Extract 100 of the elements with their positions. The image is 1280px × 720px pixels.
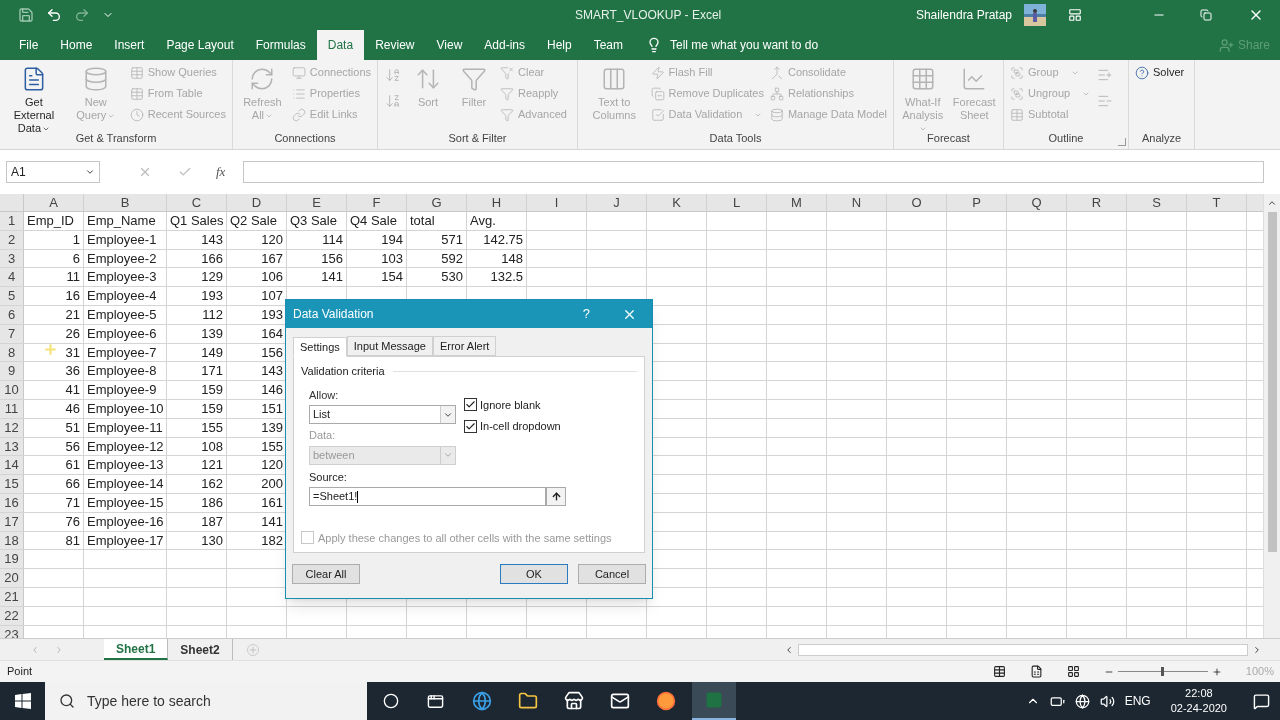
menu-tab[interactable]: Team — [582, 30, 634, 60]
row-header[interactable]: 19 — [0, 550, 24, 569]
normal-view-icon[interactable] — [992, 665, 1006, 678]
column-header[interactable]: D — [227, 194, 287, 211]
column-header[interactable]: Q — [1007, 194, 1067, 211]
menu-tab[interactable]: Page Layout — [155, 30, 245, 60]
folder-icon[interactable] — [518, 691, 538, 711]
page-break-icon[interactable] — [1066, 665, 1080, 678]
undo-icon[interactable] — [46, 7, 62, 23]
column-header[interactable]: A — [24, 194, 84, 211]
language-indicator[interactable]: ENG — [1124, 692, 1151, 710]
ribbon-button[interactable]: Solver — [1133, 62, 1187, 83]
ribbon-display-icon[interactable] — [1068, 8, 1082, 22]
save-icon[interactable] — [18, 7, 34, 23]
column-header[interactable]: T — [1187, 194, 1247, 211]
menu-tab[interactable]: Insert — [103, 30, 156, 60]
filter-icon — [461, 66, 487, 92]
column-header[interactable]: H — [467, 194, 527, 211]
clock[interactable]: 22:08 02-24-2020 — [1170, 686, 1227, 716]
row-header[interactable]: 20 — [0, 569, 24, 587]
column-header[interactable]: K — [647, 194, 707, 211]
row-header[interactable]: 4 — [0, 268, 24, 287]
source-field[interactable]: =Sheet1! — [309, 487, 546, 506]
dialog-button[interactable]: Cancel — [578, 564, 646, 584]
column-header[interactable]: N — [827, 194, 887, 211]
task-view-icon[interactable] — [427, 692, 444, 710]
speaker-icon[interactable] — [1099, 693, 1115, 709]
table-cell: Employee-17 — [84, 531, 167, 550]
cortana-icon[interactable] — [383, 693, 399, 709]
windows-logo-icon[interactable] — [15, 693, 31, 709]
user-name: Shailendra Pratap — [915, 7, 1012, 24]
network-icon[interactable] — [1074, 693, 1090, 709]
row-header[interactable]: 1 — [0, 212, 24, 230]
scroll-up-icon[interactable] — [1267, 198, 1277, 208]
column-header[interactable]: B — [84, 194, 167, 211]
dialog-button[interactable]: OK — [500, 564, 568, 584]
column-header[interactable]: F — [347, 194, 407, 211]
sort-descending-icon — [385, 93, 401, 109]
row-header[interactable]: 5 — [0, 287, 24, 305]
column-header[interactable]: G — [407, 194, 467, 211]
formula-field[interactable] — [243, 161, 1264, 183]
list-minus-icon — [1097, 93, 1114, 109]
slider-thumb[interactable] — [1161, 667, 1165, 676]
column-header[interactable]: E — [287, 194, 347, 211]
zoom-in-icon[interactable] — [1211, 666, 1222, 677]
dialog-tab[interactable]: Error Alert — [432, 336, 497, 356]
scroll-thumb[interactable] — [1267, 212, 1277, 552]
taskbar-search-field[interactable]: Type here to search — [45, 682, 367, 720]
column-header[interactable]: P — [947, 194, 1007, 211]
scroll-right-icon[interactable] — [1252, 644, 1262, 655]
scroll-left-icon[interactable] — [784, 644, 794, 655]
clock-icon — [129, 107, 144, 122]
row-header[interactable]: 15 — [0, 475, 24, 493]
menu-tab[interactable]: View — [425, 30, 474, 60]
menu-tab[interactable]: Data — [316, 30, 365, 60]
horizontal-scrollbar[interactable] — [798, 643, 1248, 656]
database-icon — [769, 107, 784, 122]
table-cell: 149 — [167, 343, 227, 362]
mail-icon[interactable] — [610, 691, 630, 711]
column-header[interactable]: O — [887, 194, 947, 211]
column-header[interactable]: I — [527, 194, 587, 211]
column-header[interactable]: R — [1067, 194, 1127, 211]
column-header[interactable]: L — [707, 194, 767, 211]
menu-tab[interactable]: Review — [364, 30, 426, 60]
name-box[interactable]: A1 — [6, 161, 100, 183]
table-cell: 112 — [167, 306, 227, 324]
list-icon — [291, 86, 306, 101]
ribbon-button[interactable]: Get External Data — [4, 62, 64, 135]
excel-taskbar-button[interactable] — [692, 682, 736, 720]
row-header[interactable]: 10 — [0, 381, 24, 399]
zoom-slider[interactable] — [1117, 667, 1208, 676]
dialog-tab[interactable]: Settings — [293, 337, 347, 357]
insert-function-button[interactable]: fx — [216, 162, 226, 182]
column-header[interactable]: M — [767, 194, 827, 211]
sheet-tab[interactable]: Sheet1 — [104, 639, 169, 660]
menu-tab[interactable]: Home — [49, 30, 104, 60]
collapse-dialog-button[interactable] — [546, 487, 566, 506]
row-header[interactable]: 9 — [0, 362, 24, 381]
menu-tab[interactable]: Formulas — [244, 30, 317, 60]
tell-me-field[interactable]: Tell me what you want to do — [670, 36, 819, 54]
menu-tab[interactable]: File — [8, 30, 50, 60]
checkbox[interactable] — [464, 419, 477, 433]
redo-icon[interactable] — [74, 7, 90, 23]
column-header[interactable]: S — [1127, 194, 1187, 211]
caret-icon[interactable] — [85, 167, 95, 177]
allow-select[interactable]: List — [309, 405, 456, 424]
dialog-launcher-icon[interactable] — [1118, 138, 1126, 146]
dialog-button[interactable]: Clear All — [292, 564, 360, 584]
restore-icon[interactable] — [1200, 9, 1212, 21]
store-icon[interactable] — [564, 691, 584, 711]
menu-tab[interactable]: Add-ins — [473, 30, 536, 60]
notifications-icon[interactable] — [1253, 692, 1270, 710]
column-header[interactable]: C — [167, 194, 227, 211]
dialog-tab[interactable]: Input Message — [346, 336, 433, 356]
browser-icon[interactable] — [472, 691, 492, 711]
column-header[interactable]: J — [587, 194, 647, 211]
menu-tab[interactable]: Help — [536, 30, 583, 60]
checkbox[interactable] — [464, 398, 477, 412]
row-header[interactable]: 14 — [0, 456, 24, 475]
page-layout-icon[interactable] — [1029, 665, 1043, 678]
